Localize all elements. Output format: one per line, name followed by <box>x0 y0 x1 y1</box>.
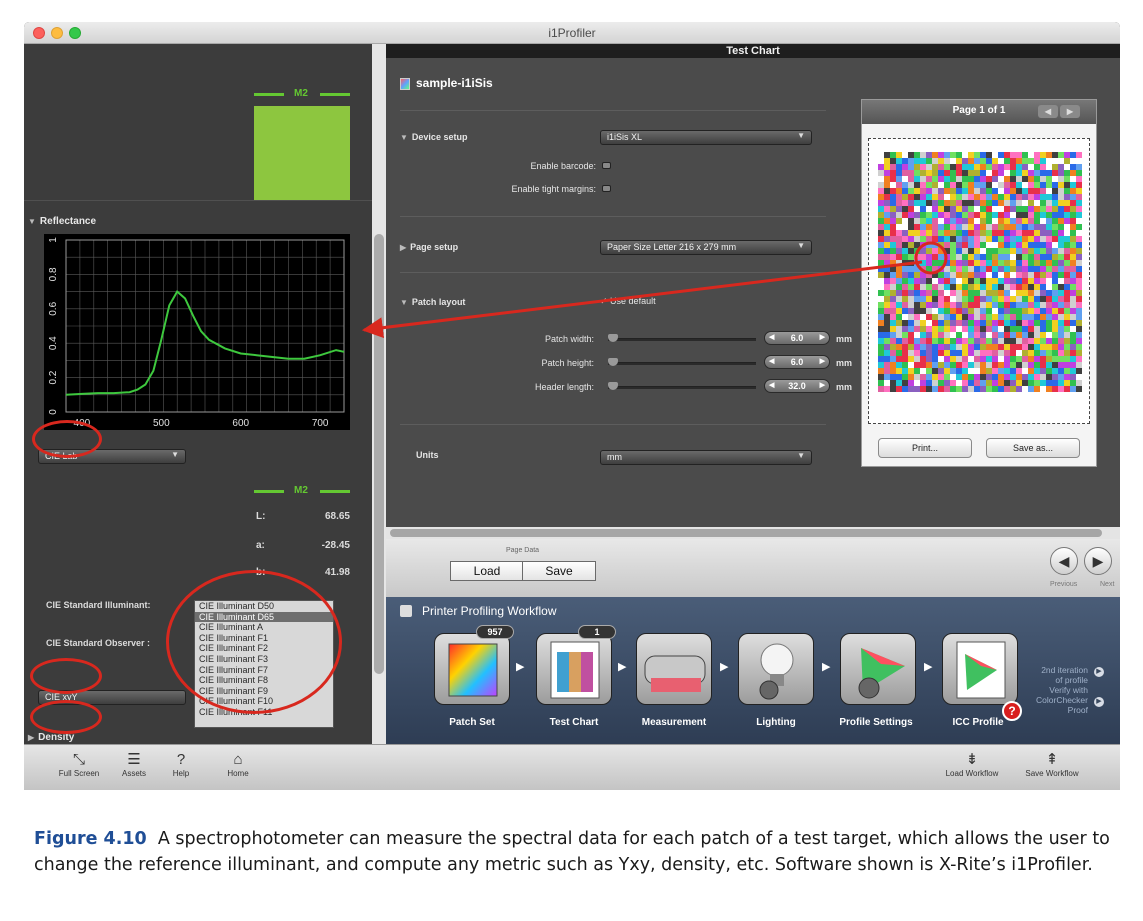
density-highlight <box>30 700 102 734</box>
annotation-arrow <box>361 260 923 339</box>
annotation-overlay <box>361 241 948 339</box>
figure-number: Figure 4.10 <box>34 829 147 849</box>
patch-highlight-circle <box>914 241 948 275</box>
illuminant-list-highlight <box>166 570 342 714</box>
cie-lab-highlight <box>32 420 102 458</box>
xyy-highlight <box>30 658 102 694</box>
figure-caption: Figure 4.10 A spectrophotometer can meas… <box>34 826 1124 878</box>
caption-text: A spectrophotometer can measure the spec… <box>34 829 1110 875</box>
